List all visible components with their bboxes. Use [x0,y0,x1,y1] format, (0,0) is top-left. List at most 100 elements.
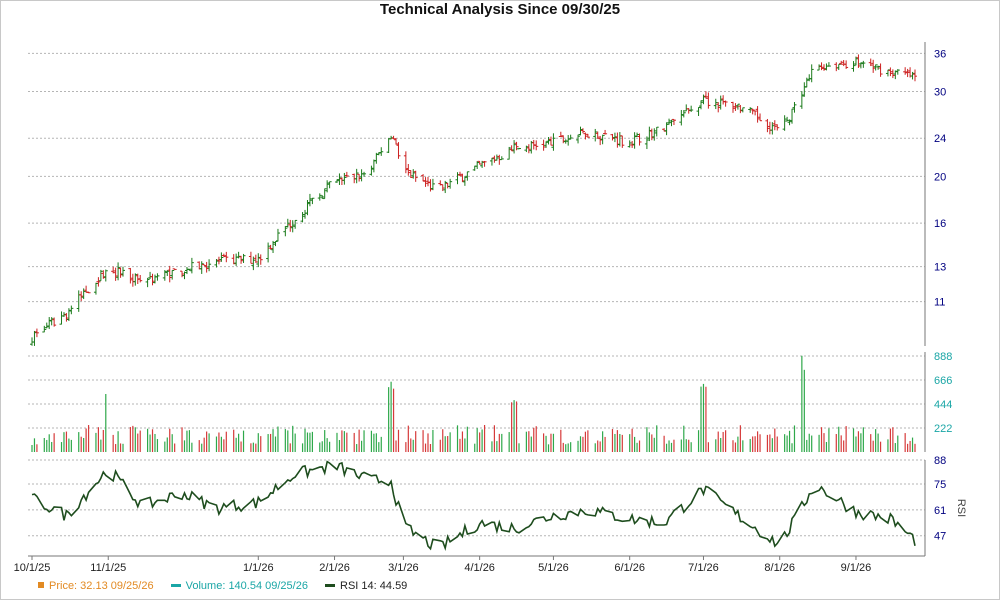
price-bar [443,180,448,194]
price-tick-label: 24 [934,133,946,145]
price-bar [531,139,536,150]
price-bar [49,317,54,326]
price-bar [809,64,814,83]
price-bar [219,252,224,262]
price-bar [861,60,866,68]
price-bar [758,113,763,122]
price-bar [706,92,711,109]
price-bar [627,140,632,148]
price-bar [148,271,153,279]
price-bar [603,129,608,135]
price-bar [354,168,359,184]
price-bar [740,107,745,113]
price-bar [325,180,330,193]
price-bar [903,67,908,75]
price-bar [423,177,428,187]
price-bar [138,274,143,283]
price-bar [428,179,433,192]
legend: Price: 32.13 09/25/26 Volume: 140.54 09/… [38,580,421,592]
price-bar [256,253,261,268]
price-bar [359,169,364,182]
price-bar [667,118,672,125]
price-bar [379,147,384,156]
rsi-tick-label: 61 [934,505,946,517]
x-tick-label: 8/1/26 [764,562,795,574]
price-bar [162,270,167,281]
price-bar [268,244,273,250]
price-bar [799,91,804,109]
rsi-swatch [325,584,336,587]
legend-rsi-text: RSI 14: 44.59 [340,580,408,592]
price-bar [578,126,583,136]
volume-tick-label: 222 [934,423,952,435]
price-bar [686,108,691,114]
price-bar [566,135,571,146]
price-bar [339,177,344,185]
price-tick-label: 20 [934,171,946,183]
price-bar [285,218,290,228]
price-bar [248,251,253,264]
price-bar [790,108,795,124]
price-bar [98,269,103,282]
price-bar [207,259,212,272]
price-bar [913,69,917,82]
price-bar [396,142,401,159]
price-bar [841,60,846,67]
x-tick-label: 2/1/26 [319,562,350,574]
price-bar [32,330,37,346]
price-bar [448,178,453,189]
x-tick-label: 11/1/25 [90,562,126,574]
price-bar [253,254,258,263]
chart-canvas: 11 13 16 20 24 30 36 222 444 666 888 47 61 75 88 RSI 10/… [14,42,967,574]
price-bar [580,128,585,134]
price-tick-label: 30 [934,87,946,99]
price-bar [266,242,271,263]
price-bar [430,178,435,191]
price-bar [150,273,155,286]
volume-tick-label: 666 [934,375,952,387]
price-bar [878,63,883,77]
price-bar [283,225,288,237]
price-bar [288,219,293,232]
rsi-tick-label: 75 [934,479,946,491]
price-bar [494,154,499,161]
price-bar [445,182,450,189]
price-bar [76,290,81,312]
price-bar [632,132,637,149]
price-bar [258,254,263,265]
price-bar [293,219,298,229]
price-bar [836,63,841,71]
price-bar [664,122,669,136]
x-tick-label: 6/1/26 [614,562,645,574]
price-bar [750,108,755,115]
volume-tick-label: 444 [934,399,952,411]
price-bar [834,62,839,72]
price-bar [334,179,339,183]
price-bar [111,266,116,274]
price-bar [241,253,246,263]
price-bar [617,132,622,147]
price-bar [671,118,676,126]
rsi-tick-label: 47 [934,531,946,543]
price-bar [576,134,581,144]
price-bar [152,274,157,284]
x-tick-label: 3/1/26 [388,562,419,574]
price-bar [42,325,47,333]
price-bars [30,54,917,346]
price-bar [59,311,64,325]
price-bar [371,159,376,173]
price-bar [128,267,133,284]
price-tick-label: 16 [934,218,946,230]
price-bar [425,176,430,187]
price-bar [716,102,721,113]
price-bar [216,256,221,265]
price-bar [738,105,743,114]
price-bar [357,173,362,182]
price-bar [782,115,787,131]
price-bar [851,61,856,72]
price-bar [873,64,878,71]
price-bar [895,69,900,75]
price-bar [568,134,573,140]
price-bar [730,101,735,113]
price-bar [44,322,49,329]
